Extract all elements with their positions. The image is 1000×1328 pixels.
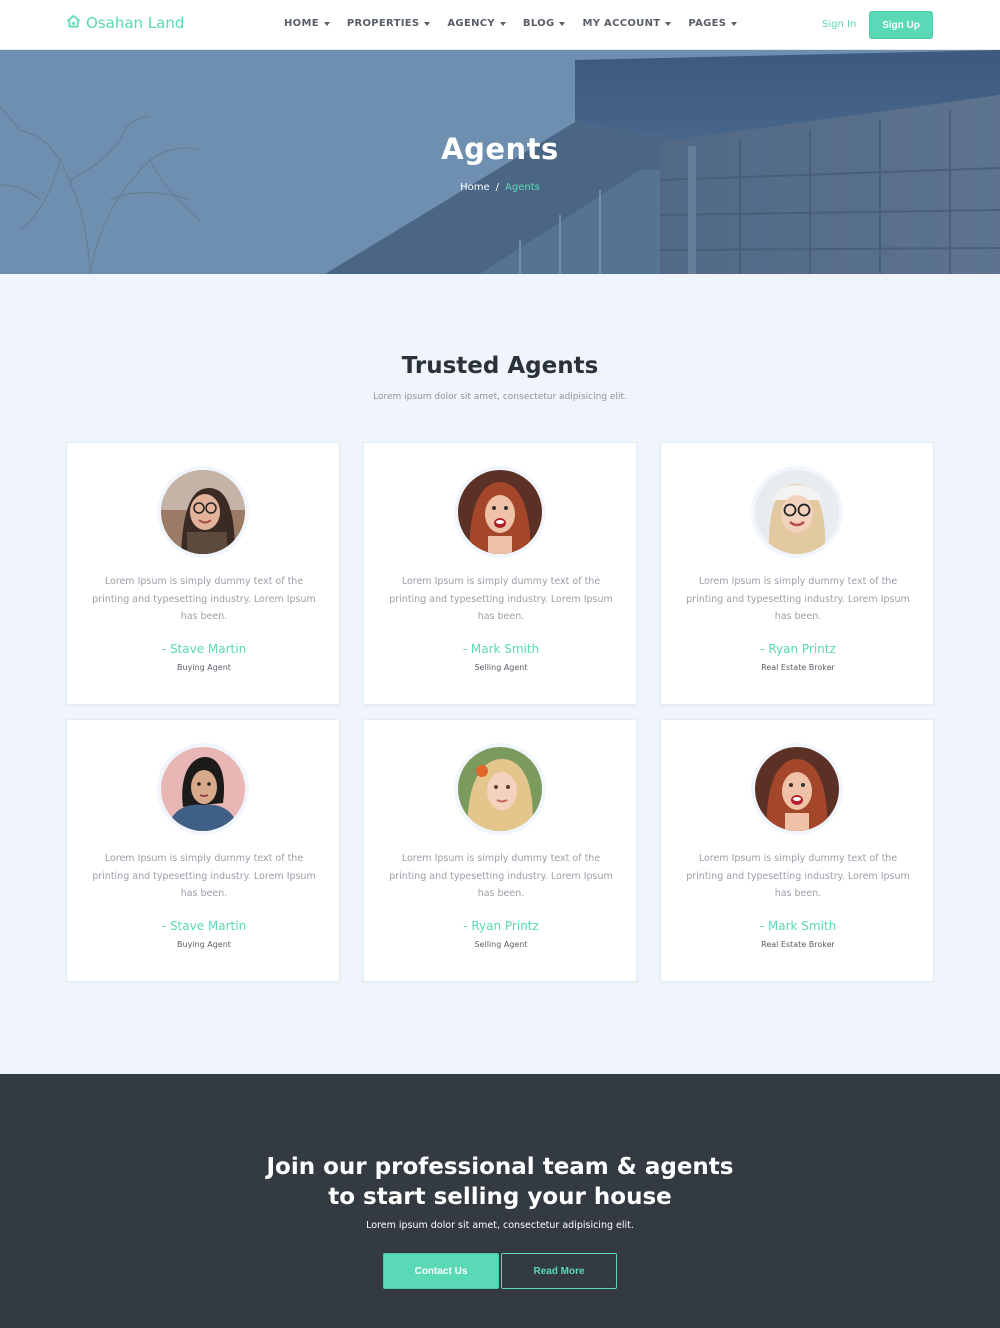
agent-name[interactable]: - Stave Martin (67, 919, 341, 933)
nav-agency-label: AGENCY (447, 18, 495, 29)
agent-description: Lorem Ipsum is simply dummy text of the … (389, 853, 613, 899)
section-title: Trusted Agents (401, 353, 599, 379)
breadcrumb-home-link[interactable]: Home (460, 182, 490, 193)
agent-role: Buying Agent (177, 663, 231, 672)
chevron-down-icon (731, 21, 738, 26)
breadcrumb: Home / Agents (0, 182, 1000, 193)
nav-pages-label: PAGES (688, 18, 727, 29)
agent-avatar (755, 747, 839, 831)
nav-pages[interactable]: PAGES (688, 18, 738, 29)
read-more-button[interactable]: Read More (501, 1253, 617, 1289)
nav-home[interactable]: HOME (284, 18, 330, 29)
chevron-down-icon (424, 21, 431, 26)
agent-card[interactable]: Lorem Ipsum is simply dummy text of the … (66, 442, 340, 705)
agent-description: Lorem Ipsum is simply dummy text of the … (92, 576, 316, 622)
agent-avatar (161, 470, 245, 554)
sign-in-link[interactable]: Sign In (822, 19, 856, 30)
agent-description: Lorem Ipsum is simply dummy text of the … (686, 853, 910, 899)
agent-description: Lorem Ipsum is simply dummy text of the … (686, 576, 910, 622)
chevron-down-icon (559, 21, 566, 26)
chevron-down-icon (323, 21, 330, 26)
section-subtitle: Lorem ipsum dolor sit amet, consectetur … (373, 392, 627, 402)
agent-name[interactable]: - Ryan Printz (661, 642, 935, 656)
nav-my-account-label: MY ACCOUNT (582, 18, 661, 29)
agent-avatar (755, 470, 839, 554)
brand-name-part2: Land (143, 14, 185, 32)
cta-title-line2: to start selling your house (328, 1184, 672, 1210)
agent-card[interactable]: Lorem Ipsum is simply dummy text of the … (363, 719, 637, 982)
cta-section: Join our professional team & agents to s… (0, 1074, 1000, 1328)
agent-description: Lorem Ipsum is simply dummy text of the … (92, 853, 316, 899)
nav-properties-label: PROPERTIES (346, 18, 420, 29)
home-icon (67, 14, 80, 32)
nav-blog-label: BLOG (522, 18, 555, 29)
cta-subtitle: Lorem ipsum dolor sit amet, consectetur … (366, 1220, 634, 1231)
agent-description: Lorem Ipsum is simply dummy text of the … (389, 576, 613, 622)
agent-name[interactable]: - Ryan Printz (364, 919, 638, 933)
sign-up-button[interactable]: Sign Up (869, 11, 933, 39)
cta-title: Join our professional team & agents to s… (0, 1152, 1000, 1212)
contact-us-button[interactable]: Contact Us (383, 1253, 499, 1289)
agent-role: Selling Agent (474, 940, 528, 949)
brand-name-part1: Osahan (86, 14, 144, 32)
brand-logo[interactable]: Osahan Land (67, 14, 184, 32)
nav-home-label: HOME (284, 18, 319, 29)
nav-my-account[interactable]: MY ACCOUNT (582, 18, 672, 29)
chevron-down-icon (499, 21, 506, 26)
page-hero: Agents Home / Agents (0, 50, 1000, 274)
agent-role: Real Estate Broker (761, 663, 835, 672)
breadcrumb-separator: / (495, 182, 500, 193)
agent-card[interactable]: Lorem Ipsum is simply dummy text of the … (660, 719, 934, 982)
agent-role: Selling Agent (474, 663, 528, 672)
agent-card[interactable]: Lorem Ipsum is simply dummy text of the … (660, 442, 934, 705)
cta-title-line1: Join our professional team & agents (266, 1154, 734, 1180)
agent-name[interactable]: - Stave Martin (67, 642, 341, 656)
agent-card[interactable]: Lorem Ipsum is simply dummy text of the … (66, 719, 340, 982)
agent-name[interactable]: - Mark Smith (661, 919, 935, 933)
nav-blog[interactable]: BLOG (523, 18, 566, 29)
agent-role: Real Estate Broker (761, 940, 835, 949)
nav-properties[interactable]: PROPERTIES (347, 18, 431, 29)
breadcrumb-current: Agents (505, 182, 540, 193)
chevron-down-icon (665, 21, 672, 26)
agent-name[interactable]: - Mark Smith (364, 642, 638, 656)
page-title: Agents (441, 132, 559, 166)
top-navbar: Osahan Land HOME PROPERTIES AGENCY BLOG … (0, 0, 1000, 50)
agent-avatar (458, 747, 542, 831)
main-nav: HOME PROPERTIES AGENCY BLOG MY ACCOUNT P… (284, 18, 754, 29)
agent-role: Buying Agent (177, 940, 231, 949)
agent-avatar (161, 747, 245, 831)
nav-agency[interactable]: AGENCY (447, 18, 506, 29)
agent-card[interactable]: Lorem Ipsum is simply dummy text of the … (363, 442, 637, 705)
agent-avatar (458, 470, 542, 554)
